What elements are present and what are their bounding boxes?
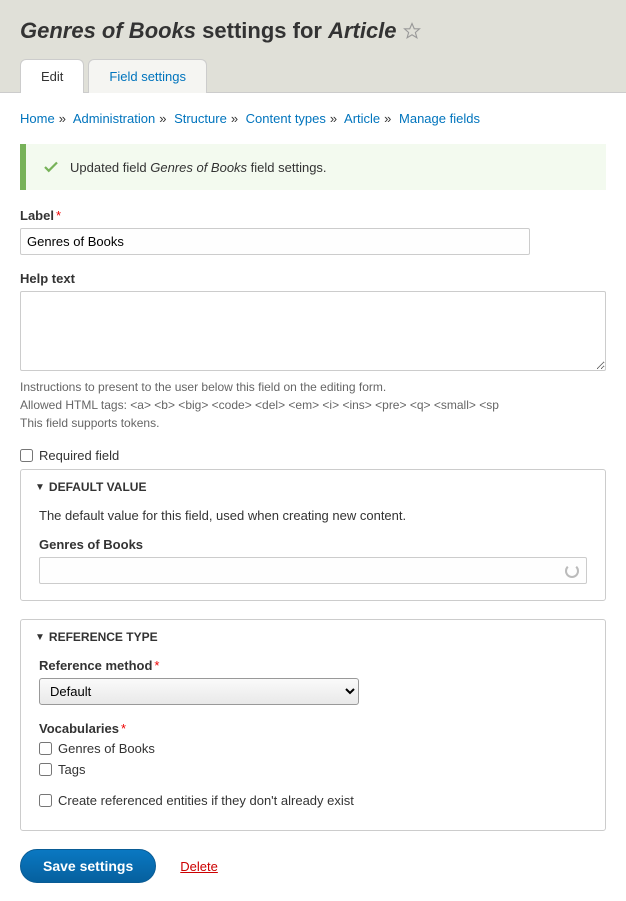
caret-down-icon: ▼	[35, 632, 45, 643]
vocabularies-label: Vocabularies*	[39, 721, 587, 736]
breadcrumb: Home» Administration» Structure» Content…	[20, 111, 606, 126]
title-content-type: Article	[328, 18, 396, 43]
reference-type-fieldset: ▼ Reference Type Reference method* Defau…	[20, 619, 606, 831]
breadcrumb-admin[interactable]: Administration	[73, 111, 155, 126]
reference-method-label: Reference method*	[39, 658, 587, 673]
default-value-legend[interactable]: ▼ Default Value	[21, 470, 605, 504]
create-referenced-checkbox[interactable]	[39, 794, 52, 807]
breadcrumb-structure[interactable]: Structure	[174, 111, 227, 126]
check-icon	[42, 158, 60, 176]
help-desc-line1: Instructions to present to the user belo…	[20, 378, 606, 396]
create-referenced-label[interactable]: Create referenced entities if they don't…	[58, 793, 354, 808]
default-value-fieldset: ▼ Default Value The default value for th…	[20, 469, 606, 601]
breadcrumb-content-types[interactable]: Content types	[246, 111, 326, 126]
vocab-tags-label[interactable]: Tags	[58, 762, 85, 777]
required-field-checkbox[interactable]	[20, 449, 33, 462]
status-message: Updated field Genres of Books field sett…	[20, 144, 606, 190]
reference-method-select[interactable]: Default	[39, 678, 359, 705]
breadcrumb-home[interactable]: Home	[20, 111, 55, 126]
help-desc-line2: Allowed HTML tags: <a> <b> <big> <code> …	[20, 396, 606, 414]
required-marker: *	[56, 208, 61, 223]
vocab-genres-label[interactable]: Genres of Books	[58, 741, 155, 756]
save-button[interactable]: Save settings	[20, 849, 156, 883]
vocab-tags-checkbox[interactable]	[39, 763, 52, 776]
vocab-genres-checkbox[interactable]	[39, 742, 52, 755]
form-actions: Save settings Delete	[20, 849, 606, 883]
breadcrumb-article[interactable]: Article	[344, 111, 380, 126]
required-marker: *	[154, 658, 159, 673]
label-input[interactable]	[20, 228, 530, 255]
tab-edit[interactable]: Edit	[20, 59, 84, 93]
autocomplete-spinner-icon	[565, 564, 579, 578]
tabs: Edit Field settings	[20, 59, 606, 93]
caret-down-icon: ▼	[35, 482, 45, 493]
breadcrumb-manage-fields[interactable]: Manage fields	[399, 111, 480, 126]
page-title: Genres of Books settings for Article	[20, 18, 606, 44]
required-field-label[interactable]: Required field	[39, 448, 119, 463]
tab-field-settings[interactable]: Field settings	[88, 59, 207, 93]
default-value-field-label: Genres of Books	[39, 537, 587, 552]
status-field-name: Genres of Books	[150, 160, 247, 175]
label-label: Label*	[20, 208, 606, 223]
title-field-name: Genres of Books	[20, 18, 196, 43]
reference-type-legend[interactable]: ▼ Reference Type	[21, 620, 605, 654]
star-icon[interactable]	[403, 22, 421, 40]
help-text-textarea[interactable]	[20, 291, 606, 371]
default-value-desc: The default value for this field, used w…	[39, 508, 587, 523]
required-marker: *	[121, 721, 126, 736]
delete-link[interactable]: Delete	[180, 859, 218, 874]
help-text-label: Help text	[20, 271, 606, 286]
help-desc-line3: This field supports tokens.	[20, 414, 606, 432]
default-value-input[interactable]	[39, 557, 587, 584]
